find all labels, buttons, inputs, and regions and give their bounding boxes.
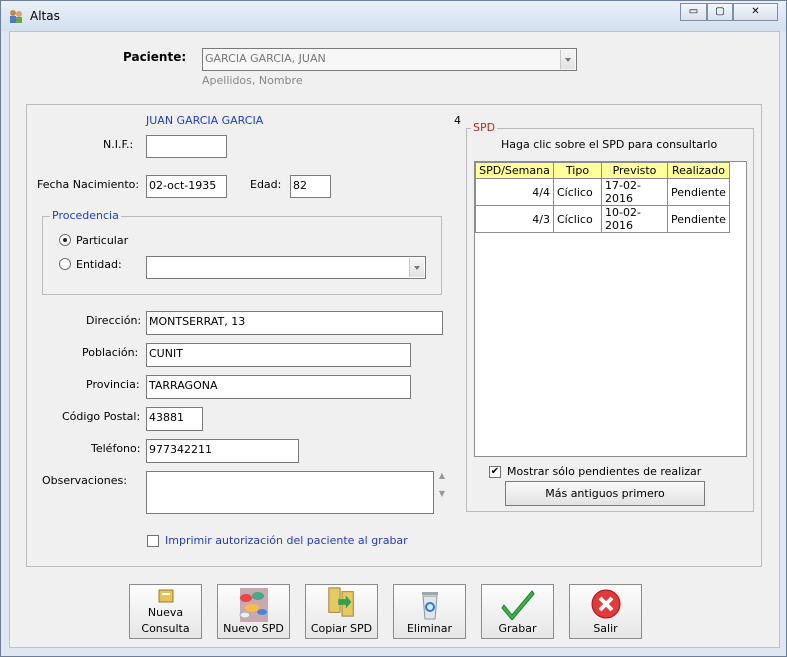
- entidad-combo[interactable]: [146, 256, 426, 279]
- spd-grid[interactable]: SPD/Semana Tipo Previsto Realizado 4/4 Cícli…: [474, 161, 747, 457]
- spd-row[interactable]: 4/3 Cíclico 10-02-2016 Pendiente: [475, 205, 730, 233]
- minimize-button[interactable]: ▭: [680, 3, 707, 21]
- direccion-label: Dirección:: [86, 314, 142, 327]
- poblacion-field[interactable]: CUNIT: [146, 343, 411, 367]
- maximize-button[interactable]: ▢: [707, 3, 733, 21]
- recycle-bin-icon: [422, 592, 438, 620]
- window-title: Altas: [30, 9, 60, 23]
- spd-table[interactable]: SPD/Semana Tipo Previsto Realizado 4/4 Cícli…: [475, 162, 730, 233]
- nif-label: N.I.F.:: [103, 138, 134, 151]
- entidad-label: Entidad:: [76, 258, 122, 271]
- age-field[interactable]: 82: [290, 175, 331, 198]
- spd-column-header[interactable]: Tipo: [553, 162, 602, 179]
- form-client-area: Paciente: GARCIA GARCIA, JUAN Apellidos,…: [9, 31, 780, 648]
- spd-group: SPD Haga clic sobre el SPD para consulta…: [466, 121, 754, 512]
- spd-hint: Haga clic sobre el SPD para consultarlo: [501, 138, 718, 151]
- patient-combo-value: GARCIA GARCIA, JUAN: [205, 52, 326, 65]
- spd-cell[interactable]: Pendiente: [667, 178, 730, 206]
- eliminar-label: Eliminar: [406, 622, 453, 635]
- users-app-icon: [10, 10, 22, 23]
- telefono-label: Teléfono:: [91, 442, 141, 455]
- nueva-consulta-label-2: Consulta: [141, 622, 190, 635]
- birth-date-label: Fecha Nacimiento:: [37, 178, 140, 191]
- spd-cell[interactable]: 10-02-2016: [601, 205, 668, 233]
- grabar-button[interactable]: Grabar: [481, 584, 554, 639]
- chevron-down-icon[interactable]: [409, 258, 424, 277]
- older-first-button[interactable]: Más antiguos primero: [505, 481, 705, 506]
- spd-cell[interactable]: 4/3: [475, 205, 554, 233]
- spd-cell[interactable]: Cíclico: [553, 205, 602, 233]
- patient-hint: Apellidos, Nombre: [202, 74, 303, 87]
- spd-cell[interactable]: 17-02-2016: [601, 178, 668, 206]
- particular-radio[interactable]: [59, 234, 71, 246]
- observaciones-scrollbar[interactable]: ▲ ▼: [435, 471, 449, 514]
- pills-icon: [239, 588, 268, 622]
- observaciones-textarea[interactable]: [146, 471, 434, 514]
- record-count: 4: [454, 114, 461, 127]
- observaciones-label: Observaciones:: [42, 474, 127, 487]
- postal-code-field[interactable]: 43881: [146, 407, 203, 431]
- telefono-field[interactable]: 977342211: [146, 439, 299, 463]
- postal-code-label: Código Postal:: [62, 410, 141, 423]
- copiar-spd-label: Copiar SPD: [310, 622, 373, 635]
- spd-column-header[interactable]: SPD/Semana: [475, 162, 554, 179]
- provincia-label: Provincia:: [86, 378, 140, 391]
- close-button[interactable]: ✕: [733, 3, 778, 21]
- age-label: Edad:: [250, 178, 282, 191]
- entidad-radio[interactable]: [59, 258, 71, 270]
- spd-row[interactable]: 4/4 Cíclico 17-02-2016 Pendiente: [475, 178, 730, 206]
- salir-button[interactable]: Salir: [569, 584, 642, 639]
- nueva-consulta-button[interactable]: Nueva Consulta: [129, 584, 202, 639]
- spd-header-row: SPD/Semana Tipo Previsto Realizado: [475, 162, 730, 179]
- title-bar[interactable]: Altas ▭ ▢ ✕: [1, 1, 786, 31]
- spd-cell[interactable]: Pendiente: [667, 205, 730, 233]
- patient-label: Paciente:: [123, 50, 187, 64]
- provincia-field[interactable]: TARRAGONA: [146, 375, 411, 399]
- nuevo-spd-button[interactable]: Nuevo SPD: [217, 584, 290, 639]
- salir-label: Salir: [593, 622, 618, 635]
- spd-column-header[interactable]: Previsto: [601, 162, 668, 179]
- procedencia-title: Procedencia: [50, 209, 121, 222]
- spd-body: 4/4 Cíclico 17-02-2016 Pendiente 4/3 Cíclico 1…: [475, 178, 730, 233]
- direccion-field[interactable]: MONTSERRAT, 13: [146, 311, 443, 335]
- procedencia-group: Procedencia Particular Entidad:: [42, 209, 442, 295]
- spd-cell[interactable]: 4/4: [475, 178, 554, 206]
- poblacion-label: Población:: [82, 346, 139, 359]
- print-auth-checkbox[interactable]: [147, 535, 159, 547]
- patient-full-name: JUAN GARCIA GARCIA: [146, 114, 264, 127]
- altas-window: Altas ▭ ▢ ✕ Paciente: GARCIA GARCIA, JUA…: [0, 0, 787, 657]
- nueva-consulta-label-1: Nueva: [147, 606, 184, 619]
- only-pending-label: Mostrar sólo pendientes de realizar: [507, 465, 702, 478]
- main-panel: JUAN GARCIA GARCIA 4 N.I.F.: Fecha Nacim…: [26, 104, 762, 567]
- spd-title: SPD: [471, 121, 498, 134]
- birth-date-field[interactable]: 02-oct-1935: [146, 175, 227, 198]
- checkmark-icon: [501, 590, 535, 620]
- grabar-label: Grabar: [498, 622, 537, 635]
- only-pending-checkbox[interactable]: ✔: [489, 466, 501, 478]
- particular-label: Particular: [76, 234, 129, 247]
- print-auth-label: Imprimir autorización del paciente al gr…: [165, 534, 408, 547]
- nif-field[interactable]: [146, 135, 227, 158]
- spd-column-header[interactable]: Realizado: [667, 162, 730, 179]
- copy-folder-icon: [328, 587, 354, 617]
- copiar-spd-button[interactable]: Copiar SPD: [305, 584, 378, 639]
- patient-combo[interactable]: GARCIA GARCIA, JUAN: [202, 48, 577, 71]
- spd-cell[interactable]: Cíclico: [553, 178, 602, 206]
- exit-x-icon: [591, 589, 621, 619]
- eliminar-button[interactable]: Eliminar: [393, 584, 466, 639]
- nuevo-spd-label: Nuevo SPD: [223, 622, 284, 635]
- chevron-down-icon[interactable]: [560, 50, 575, 69]
